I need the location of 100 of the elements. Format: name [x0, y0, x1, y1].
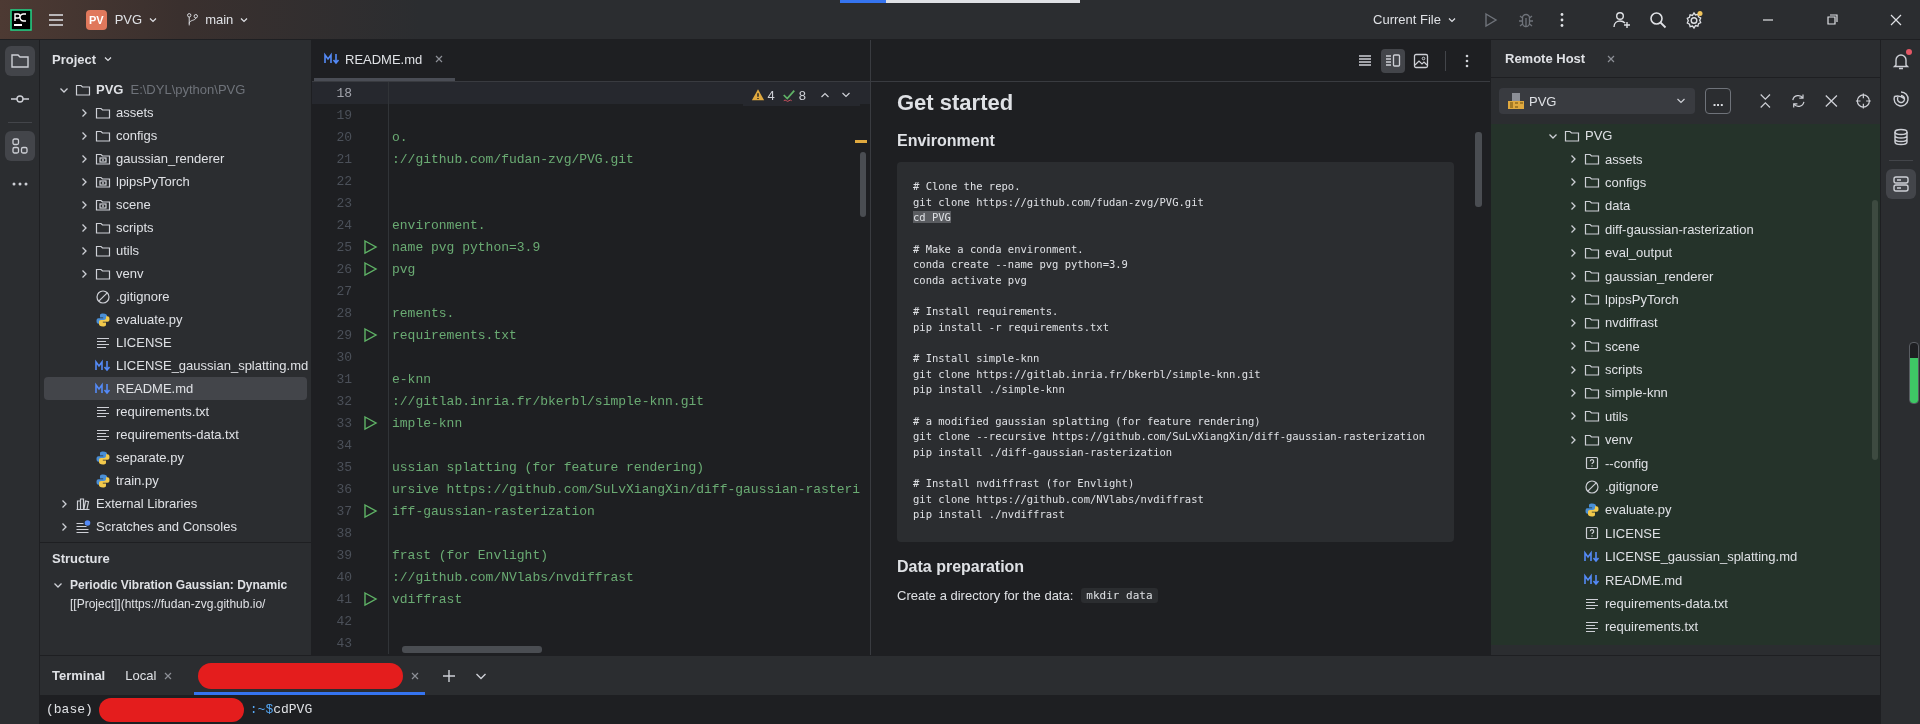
file-name[interactable]: utils: [1605, 408, 1629, 424]
warning-count: 4: [767, 87, 775, 103]
structure-item[interactable]: Periodic Vibration Gaussian: Dynamic: [70, 578, 288, 592]
scrollbar[interactable]: [1475, 132, 1482, 207]
server-dropdown[interactable]: PVG: [1499, 88, 1696, 114]
run-icon[interactable]: [362, 591, 378, 607]
file-name[interactable]: .gitignore: [1605, 479, 1659, 495]
panel-title[interactable]: Structure: [40, 543, 311, 573]
tree-row[interactable]: .gitignore: [44, 285, 307, 308]
file-name[interactable]: diff-gaussian-rasterization: [1605, 221, 1754, 237]
folder-icon: [1584, 221, 1600, 238]
library-icon: [75, 495, 91, 512]
panel-title[interactable]: Remote Host: [1505, 51, 1586, 66]
file-name[interactable]: requirements-data.txt: [1605, 596, 1728, 611]
tree-row[interactable]: requirements-data.txt: [44, 423, 307, 446]
refresh-icon[interactable]: [1789, 92, 1807, 110]
tree-row[interactable]: scripts: [44, 216, 307, 239]
folder-icon: [1584, 385, 1600, 401]
target-icon[interactable]: [1855, 92, 1872, 110]
project-switcher[interactable]: PV PVG: [80, 5, 166, 34]
file-name[interactable]: assets: [1605, 151, 1643, 167]
folder-icon: [1584, 268, 1600, 285]
file-name: train.py: [116, 473, 159, 488]
terminal-command: cdPVG: [273, 702, 313, 717]
file-name[interactable]: venv: [1605, 432, 1633, 448]
file-name[interactable]: gaussian_renderer: [1605, 268, 1714, 284]
file-name[interactable]: README.md: [1605, 572, 1683, 588]
file-name[interactable]: scene: [1605, 338, 1640, 354]
scrollbar[interactable]: [402, 646, 542, 653]
file-name[interactable]: requirements.txt: [1605, 619, 1699, 635]
file-name[interactable]: LICENSE: [1605, 525, 1661, 541]
scratch-icon: [75, 518, 91, 535]
file-name[interactable]: PVG: [1585, 128, 1613, 144]
file-name[interactable]: scripts: [1605, 362, 1643, 378]
file-name[interactable]: simple-knn: [1605, 385, 1668, 401]
folder-icon: [1584, 151, 1600, 168]
tree-row[interactable]: utils: [44, 239, 307, 262]
file-name[interactable]: LICENSE_gaussian_splatting.md: [1605, 549, 1798, 565]
browse-button[interactable]: ...: [1705, 88, 1732, 114]
tree-row[interactable]: PVG E:\DYL\python\PVG: [44, 78, 307, 101]
python-icon: [95, 311, 111, 328]
scrollbar[interactable]: [1872, 200, 1878, 460]
tree-row[interactable]: LICENSE_gaussian_splatting.md: [44, 354, 307, 377]
code-line: rements.: [392, 305, 455, 321]
tree-row[interactable]: Scratches and Consoles: [44, 515, 307, 538]
file-name: assets: [116, 105, 154, 120]
branch-switcher[interactable]: main: [179, 8, 257, 31]
tree-row[interactable]: venv: [44, 262, 307, 285]
tree-row[interactable]: separate.py: [44, 446, 307, 469]
tree-row[interactable]: LICENSE: [44, 331, 307, 354]
file-name[interactable]: data: [1605, 198, 1631, 214]
file-name[interactable]: lpipsPyTorch: [1605, 291, 1679, 307]
paragraph: Create a directory for the data:: [897, 587, 1074, 603]
memory-indicator[interactable]: [1909, 342, 1919, 404]
file-name[interactable]: nvdiffrast: [1605, 315, 1658, 331]
run-config-selector[interactable]: Current File: [1367, 8, 1464, 31]
branch-icon[interactable]: [185, 12, 201, 27]
scrollbar[interactable]: [860, 152, 866, 217]
panel-title[interactable]: Project: [52, 51, 97, 67]
code-line: vdiffrast: [392, 591, 463, 607]
tree-row[interactable]: gaussian_renderer: [44, 147, 307, 170]
app-logo-icon[interactable]: [10, 8, 32, 31]
file-name: README.md: [116, 381, 194, 396]
run-icon[interactable]: [362, 239, 378, 255]
file-name[interactable]: configs: [1605, 174, 1647, 190]
add-user-icon[interactable]: [1612, 9, 1632, 30]
tree-row[interactable]: requirements.txt: [44, 400, 307, 423]
code-line: ://github.com/fudan-zvg/PVG.git: [392, 151, 634, 167]
tree-row[interactable]: assets: [44, 101, 307, 124]
code-line: ://github.com/NVlabs/nvdiffrast: [392, 569, 634, 585]
run-icon[interactable]: [362, 261, 378, 277]
settings-icon[interactable]: [1684, 9, 1704, 30]
tree-row[interactable]: configs: [44, 124, 307, 147]
run-icon[interactable]: [362, 415, 378, 431]
terminal-tab[interactable]: Local: [121, 656, 179, 695]
tree-row[interactable]: train.py: [44, 469, 307, 492]
code-line: e-knn: [392, 371, 431, 387]
search-icon[interactable]: [1648, 9, 1668, 30]
tree-row[interactable]: scene: [44, 193, 307, 216]
code-line: pip install ./simple-knn: [913, 383, 1065, 395]
file-name: utils: [116, 243, 140, 258]
file-name[interactable]: evaluate.py: [1605, 502, 1672, 518]
code-line: pip install -r requirements.txt: [913, 320, 1109, 333]
tree-row[interactable]: README.md: [44, 377, 307, 400]
file-path: E:\DYL\python\PVG: [130, 82, 246, 97]
run-icon[interactable]: [362, 503, 378, 519]
structure-item[interactable]: [[Project]](https://fudan-zvg.github.io/: [40, 597, 311, 611]
markdown-icon: [1584, 548, 1600, 565]
tree-row[interactable]: lpipsPyTorch: [44, 170, 307, 193]
add-icon[interactable]: [441, 667, 458, 684]
code-line: frast (for Envlight): [392, 547, 549, 563]
panel-title[interactable]: Terminal: [52, 668, 106, 683]
tree-row[interactable]: External Libraries: [44, 492, 307, 515]
heading: Get started: [897, 90, 1015, 116]
warning-icon: [750, 88, 765, 102]
run-icon[interactable]: [362, 327, 378, 343]
file-name[interactable]: --config: [1605, 455, 1649, 471]
tree-row[interactable]: evaluate.py: [44, 308, 307, 331]
file-name[interactable]: eval_output: [1605, 245, 1673, 261]
question-file-icon: [1584, 525, 1600, 542]
